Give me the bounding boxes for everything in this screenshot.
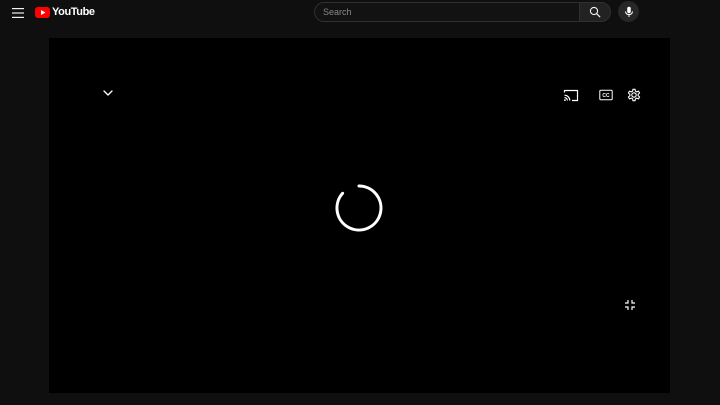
search-button[interactable] [579,2,611,22]
cast-button[interactable] [562,88,579,102]
logo-wordmark: YouTube [52,6,95,18]
guide-menu-button[interactable] [11,6,25,18]
youtube-logo[interactable]: YouTube [35,5,95,19]
search-box [314,2,611,22]
voice-search-button[interactable] [618,1,639,22]
microphone-icon [624,6,633,17]
cast-icon [563,89,578,101]
chevron-down-icon [103,90,113,96]
exit-fullscreen-icon [625,300,635,310]
youtube-logo-icon [35,6,50,18]
closed-captions-icon: CC [598,89,613,101]
video-player[interactable]: CC [49,38,670,393]
captions-button[interactable]: CC [598,88,613,102]
captions-label: CC [602,93,610,99]
youtube-page: YouTube Search CC [0,0,720,405]
hamburger-menu-icon [12,8,24,18]
exit-fullscreen-button[interactable] [624,299,636,311]
gear-icon [627,88,640,101]
minimize-player-button[interactable] [100,86,116,100]
search-input[interactable] [314,2,579,22]
settings-button[interactable] [625,86,642,103]
search-icon [589,6,601,18]
masthead: YouTube [0,0,720,24]
loading-spinner-icon [335,184,383,232]
